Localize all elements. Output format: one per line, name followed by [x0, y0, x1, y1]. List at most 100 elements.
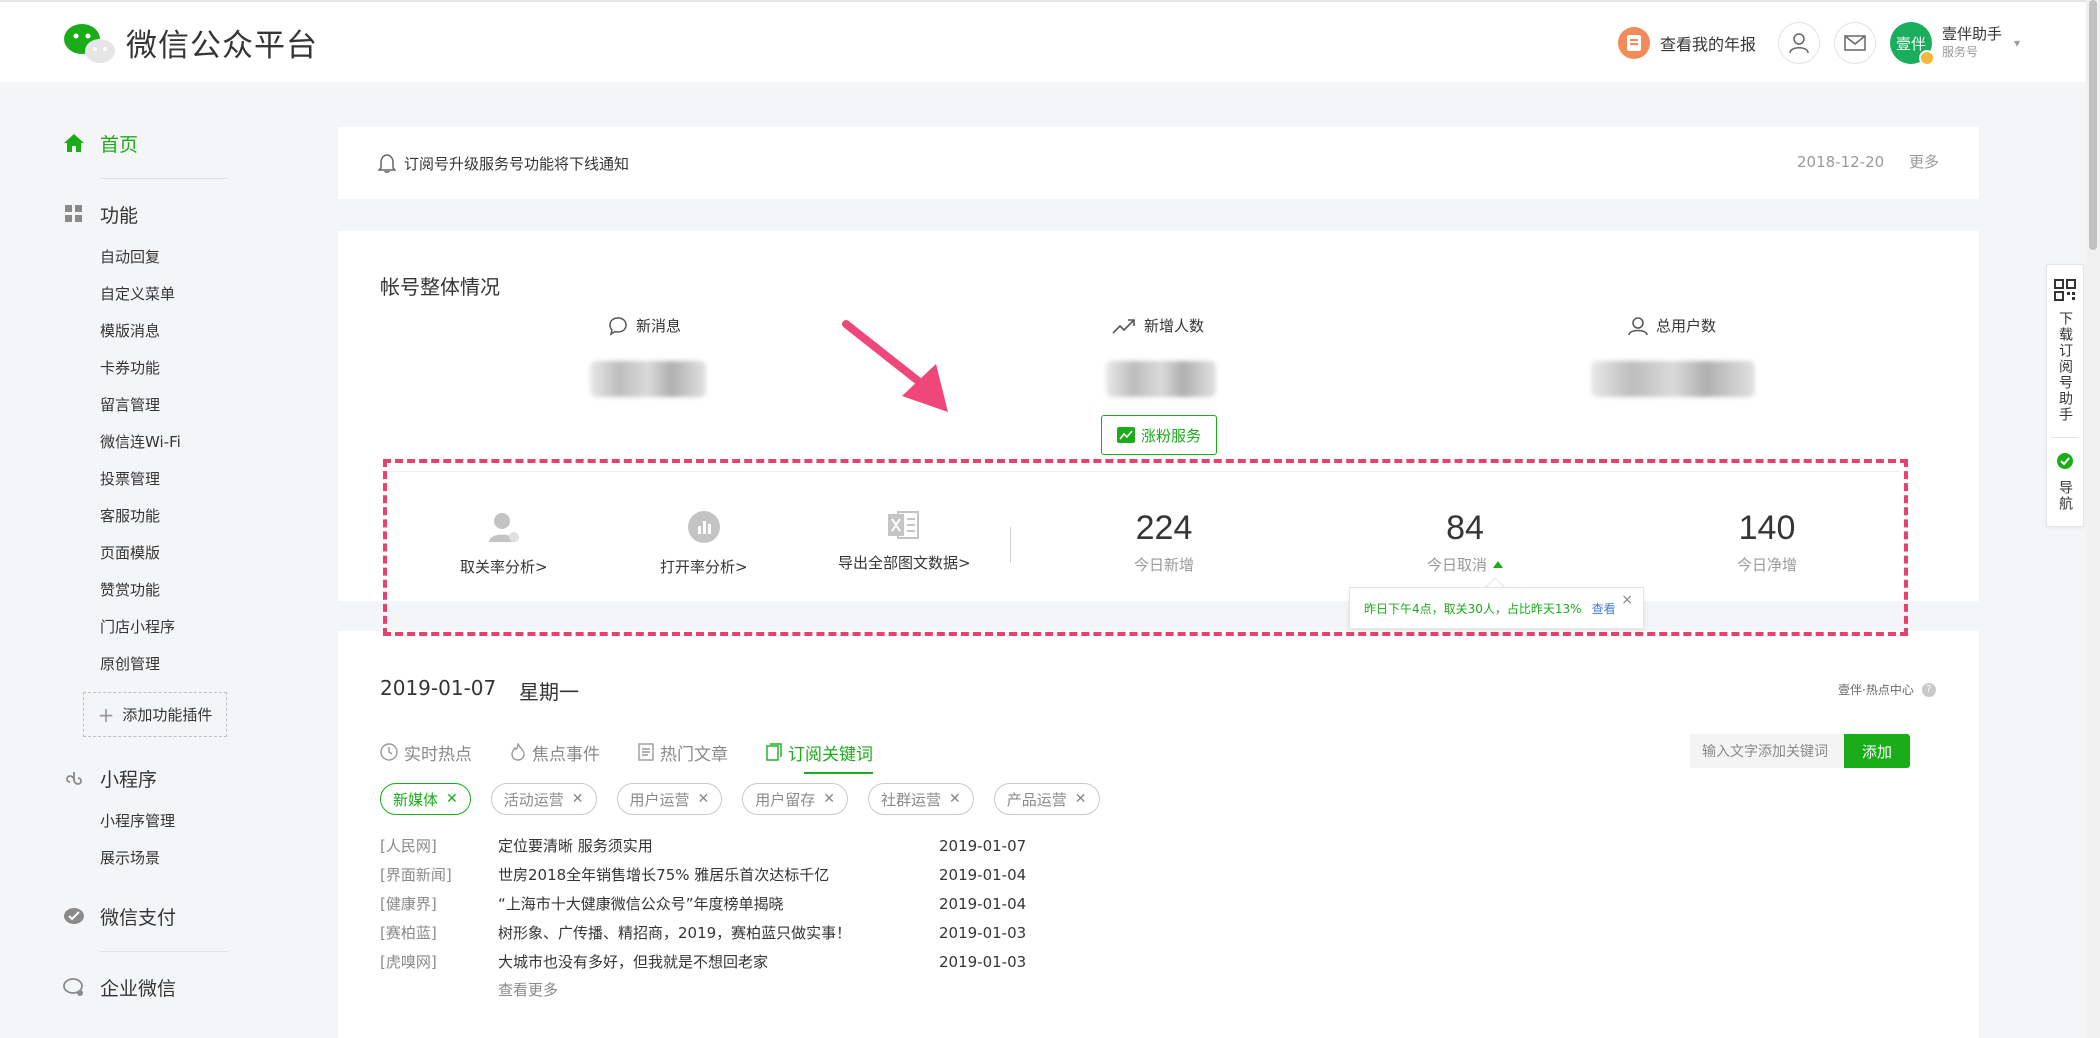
- tab-realtime-hot[interactable]: 实时热点: [380, 736, 472, 768]
- hot-center-link[interactable]: 壹伴·热点中心 ?: [1838, 681, 1936, 698]
- chip-label: 新媒体: [393, 790, 439, 809]
- sidebar-item-home[interactable]: 首页: [62, 118, 252, 168]
- keyword-chip[interactable]: 用户运营 ✕: [616, 783, 723, 815]
- wechat-logo-icon: [62, 21, 118, 65]
- list-item[interactable]: [赛柏蓝] 树形象、广传播、精招商，2019，赛柏蓝只做实事！ 2019-01-…: [380, 918, 1280, 947]
- logo[interactable]: 微信公众平台: [62, 20, 318, 65]
- tab-label: 实时热点: [404, 744, 472, 765]
- chevron-down-icon[interactable]: ▾: [2014, 36, 2020, 50]
- hot-center-label: 壹伴·热点中心: [1838, 683, 1914, 697]
- tab-subscribed-keywords[interactable]: 订阅关键词: [766, 736, 873, 774]
- news-source: [赛柏蓝]: [380, 924, 437, 942]
- sidebar-item-vote[interactable]: 投票管理: [62, 461, 252, 498]
- notice-more-link[interactable]: 更多: [1909, 151, 1939, 172]
- news-title[interactable]: 定位要清晰 服务须实用: [498, 835, 939, 856]
- metric-new-messages[interactable]: 新消息: [608, 315, 681, 336]
- blurred-value: [590, 361, 706, 397]
- sidebar-item-customer-service[interactable]: 客服功能: [62, 498, 252, 535]
- tooltip-view-link[interactable]: 查看: [1592, 600, 1616, 617]
- navigation-button[interactable]: 导航: [2047, 438, 2083, 526]
- sidebar-item-page-template[interactable]: 页面模版: [62, 535, 252, 572]
- avatar-text: 壹伴: [1895, 34, 1926, 53]
- news-title[interactable]: 树形象、广传播、精招商，2019，赛柏蓝只做实事！: [498, 922, 939, 943]
- mail-icon[interactable]: [1833, 22, 1876, 64]
- metric-total-users[interactable]: 总用户数: [1628, 315, 1716, 336]
- close-icon[interactable]: ×: [1621, 592, 1633, 608]
- close-icon[interactable]: ✕: [823, 791, 835, 807]
- list-item[interactable]: [界面新闻] 世房2018全年销售增长75% 雅居乐首次达标千亿 2019-01…: [380, 860, 1280, 889]
- tab-focus-events[interactable]: 焦点事件: [510, 736, 600, 768]
- user-icon: [1628, 316, 1648, 336]
- annual-report-link[interactable]: 查看我的年报: [1660, 31, 1756, 55]
- keyword-chip[interactable]: 新媒体 ✕: [380, 783, 471, 815]
- keyword-chips: 新媒体 ✕ 活动运营 ✕ 用户运营 ✕ 用户留存 ✕ 社群运营 ✕ 产品运营 ✕: [380, 783, 1120, 815]
- sidebar-item-miniprogram[interactable]: 小程序: [62, 753, 252, 803]
- user-icon[interactable]: [1777, 22, 1820, 64]
- chip-label: 用户运营: [629, 790, 690, 809]
- notice-card: 订阅号升级服务号功能将下线通知 2018-12-20 更多: [338, 127, 1979, 199]
- sidebar-item-original[interactable]: 原创管理: [62, 646, 252, 683]
- sidebar-item-coupon[interactable]: 卡券功能: [62, 350, 252, 387]
- news-title[interactable]: “上海市十大健康微信公众号”年度榜单揭晓: [498, 893, 939, 914]
- sidebar-item-miniprogram-manage[interactable]: 小程序管理: [62, 803, 252, 840]
- close-icon[interactable]: ✕: [949, 791, 961, 807]
- add-keyword-button[interactable]: 添加: [1844, 734, 1910, 768]
- sidebar-item-comments[interactable]: 留言管理: [62, 387, 252, 424]
- news-source: [界面新闻]: [380, 866, 452, 884]
- view-more-link[interactable]: 查看更多: [380, 976, 1280, 1005]
- keyword-chip[interactable]: 社群运营 ✕: [868, 783, 974, 815]
- bell-icon: [377, 153, 397, 177]
- plus-icon: +: [97, 702, 115, 727]
- news-title[interactable]: 世房2018全年销售增长75% 雅居乐首次达标千亿: [498, 864, 939, 885]
- current-weekday: 星期一: [519, 680, 579, 704]
- metric-new-users[interactable]: 新增人数: [1112, 315, 1204, 336]
- app-title: 微信公众平台: [126, 28, 318, 64]
- help-icon[interactable]: ?: [1921, 682, 1936, 697]
- sidebar-item-store-miniprogram[interactable]: 门店小程序: [62, 609, 252, 646]
- sidebar-item-wechat-pay[interactable]: 微信支付: [62, 891, 252, 941]
- keyword-input[interactable]: 输入文字添加关键词: [1690, 734, 1845, 768]
- chip-label: 用户留存: [755, 790, 816, 809]
- sidebar-item-display-scene[interactable]: 展示场景: [62, 840, 252, 877]
- sidebar-item-reward[interactable]: 赞赏功能: [62, 572, 252, 609]
- keyword-chip[interactable]: 活动运营 ✕: [490, 783, 597, 815]
- list-item[interactable]: [虎嗅网] 大城市也没有多好，但我就是不想回老家 2019-01-03: [380, 947, 1280, 976]
- metric-label: 新增人数: [1144, 317, 1205, 335]
- sidebar-item-features[interactable]: 功能: [62, 189, 252, 239]
- notice-link[interactable]: 订阅号升级服务号功能将下线通知: [404, 153, 629, 174]
- news-date: 2019-01-04: [939, 894, 1027, 913]
- metric-label: 新消息: [636, 317, 682, 335]
- sidebar-item-work-wechat[interactable]: 企业微信: [62, 962, 252, 1012]
- tab-label: 焦点事件: [532, 744, 600, 765]
- annual-report-icon[interactable]: [1617, 27, 1650, 59]
- close-icon[interactable]: ✕: [446, 791, 458, 807]
- work-wechat-icon: [62, 975, 86, 999]
- list-item[interactable]: [人民网] 定位要清晰 服务须实用 2019-01-07: [380, 831, 1280, 860]
- sidebar-item-template-message[interactable]: 模版消息: [62, 313, 252, 350]
- sidebar-item-custom-menu[interactable]: 自定义菜单: [62, 276, 252, 313]
- account-info[interactable]: 壹伴助手 服务号: [1942, 25, 2002, 61]
- home-icon: [62, 131, 86, 155]
- close-icon[interactable]: ✕: [572, 791, 584, 807]
- keyword-chip[interactable]: 用户留存 ✕: [742, 783, 848, 815]
- chip-label: 产品运营: [1006, 790, 1067, 809]
- sidebar-item-auto-reply[interactable]: 自动回复: [62, 239, 252, 276]
- sidebar-item-wifi[interactable]: 微信连Wi-Fi: [62, 424, 252, 461]
- trend-up-icon: [1112, 317, 1136, 335]
- keyword-chip[interactable]: 产品运营 ✕: [993, 783, 1100, 815]
- unfollow-tooltip: 昨日下午4点，取关30人，占比昨天13% 查看 ×: [1349, 587, 1644, 629]
- add-plugin-button[interactable]: + 添加功能插件: [83, 692, 227, 737]
- fire-icon: [510, 743, 526, 761]
- news-title[interactable]: 大城市也没有多好，但我就是不想回老家: [498, 951, 939, 972]
- fans-service-button[interactable]: 涨粉服务: [1101, 415, 1217, 455]
- avatar[interactable]: 壹伴: [1889, 22, 1935, 66]
- close-icon[interactable]: ✕: [1075, 791, 1087, 807]
- download-helper-button[interactable]: 下载订阅号助手: [2047, 265, 2083, 437]
- scroll-thumb[interactable]: [2089, 0, 2097, 250]
- overview-title: 帐号整体情况: [380, 275, 500, 299]
- fans-service-label: 涨粉服务: [1140, 426, 1201, 445]
- scrollbar[interactable]: [2086, 0, 2100, 1038]
- tab-hot-articles[interactable]: 热门文章: [638, 736, 728, 768]
- close-icon[interactable]: ✕: [698, 791, 710, 807]
- list-item[interactable]: [健康界] “上海市十大健康微信公众号”年度榜单揭晓 2019-01-04: [380, 889, 1280, 918]
